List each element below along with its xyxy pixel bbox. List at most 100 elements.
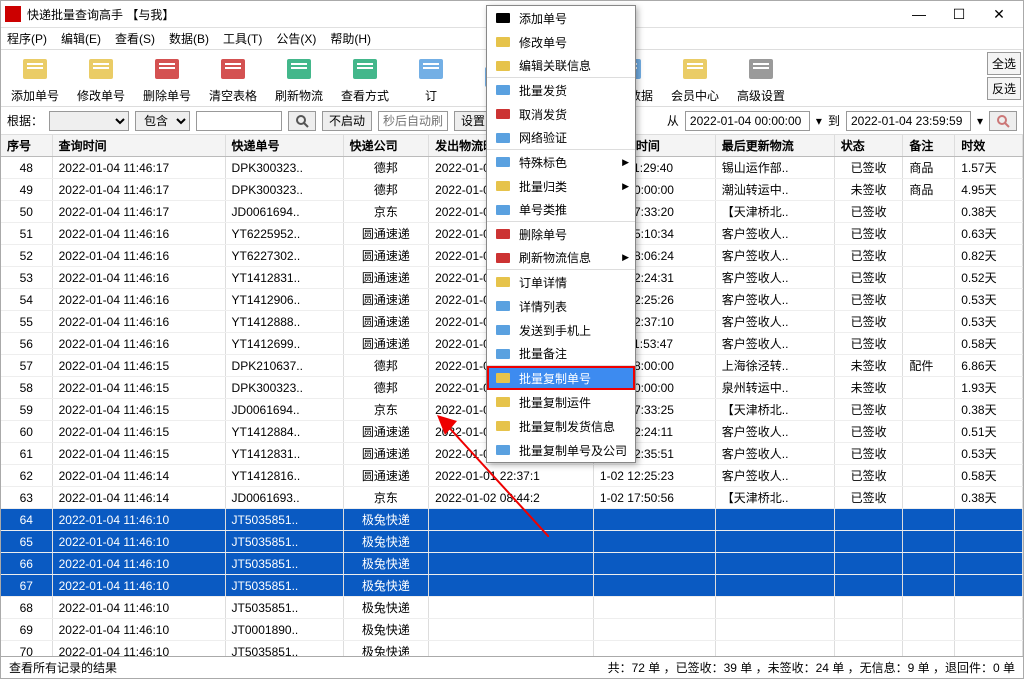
- toolbar-order[interactable]: 订: [403, 53, 459, 104]
- column-header[interactable]: 快递公司: [343, 135, 428, 157]
- context-menu-item[interactable]: 批量复制单号: [487, 366, 635, 390]
- context-menu-item[interactable]: 批量备注: [487, 342, 635, 366]
- toolbar-clear[interactable]: 清空表格: [205, 53, 261, 104]
- cell: 52: [1, 245, 52, 267]
- table-row[interactable]: 672022-01-04 11:46:10JT5035851..极兔快递: [1, 575, 1023, 597]
- context-menu-item[interactable]: 修改单号: [487, 30, 635, 54]
- cell: 1-02 12:25:23: [593, 465, 715, 487]
- cell: 58: [1, 377, 52, 399]
- context-menu-item[interactable]: 网络验证: [487, 126, 635, 150]
- context-menu-item[interactable]: 特殊标色: [487, 150, 635, 174]
- menu-item[interactable]: 查看(S): [115, 30, 155, 47]
- table-row[interactable]: 622022-01-04 11:46:14YT1412816..圆通速递2022…: [1, 465, 1023, 487]
- cell: [715, 509, 834, 531]
- table-row[interactable]: 682022-01-04 11:46:10JT5035851..极兔快递: [1, 597, 1023, 619]
- close-button[interactable]: ✕: [979, 2, 1019, 26]
- column-header[interactable]: 查询时间: [52, 135, 225, 157]
- cell: YT6225952..: [225, 223, 343, 245]
- menu-item-icon: [495, 418, 511, 434]
- cell: 64: [1, 509, 52, 531]
- cell: [903, 377, 955, 399]
- context-menu-item[interactable]: 单号类推: [487, 198, 635, 222]
- context-menu-item[interactable]: 刷新物流信息: [487, 246, 635, 270]
- calendar-icon[interactable]: ▾: [816, 114, 822, 128]
- toolbar-edit[interactable]: 修改单号: [73, 53, 129, 104]
- search-date-button[interactable]: [989, 111, 1017, 131]
- menu-item[interactable]: 工具(T): [223, 30, 262, 47]
- invert-select-button[interactable]: 反选: [987, 77, 1021, 100]
- context-menu-item[interactable]: 批量复制运件: [487, 390, 635, 414]
- context-menu-item[interactable]: 详情列表: [487, 294, 635, 318]
- cell: 商品: [903, 157, 955, 179]
- toolbar-member[interactable]: 会员中心: [667, 53, 723, 104]
- filter-value-input[interactable]: [196, 111, 282, 131]
- column-header[interactable]: 序号: [1, 135, 52, 157]
- cell: [715, 641, 834, 657]
- delete-icon: [151, 53, 183, 85]
- context-menu-item[interactable]: 批量发货: [487, 78, 635, 102]
- table-row[interactable]: 702022-01-04 11:46:10JT5035851..极兔快递: [1, 641, 1023, 657]
- auto-refresh-input[interactable]: [378, 111, 448, 131]
- context-menu-item[interactable]: 订单详情: [487, 270, 635, 294]
- toolbar-add[interactable]: 添加单号: [7, 53, 63, 104]
- cell: 0.58天: [955, 465, 1023, 487]
- menu-item-icon: [495, 442, 511, 458]
- no-start-button[interactable]: 不启动: [322, 111, 372, 131]
- context-menu-item[interactable]: 编辑关联信息: [487, 54, 635, 78]
- column-header[interactable]: 最后更新物流: [715, 135, 834, 157]
- column-header[interactable]: 快递单号: [225, 135, 343, 157]
- context-menu-item[interactable]: 删除单号: [487, 222, 635, 246]
- toolbar-delete[interactable]: 删除单号: [139, 53, 195, 104]
- cell: 60: [1, 421, 52, 443]
- cell: 极兔快递: [343, 641, 428, 657]
- cell: [903, 553, 955, 575]
- select-all-button[interactable]: 全选: [987, 52, 1021, 75]
- toolbar-refresh[interactable]: 刷新物流: [271, 53, 327, 104]
- search-button[interactable]: [288, 111, 316, 131]
- menu-item[interactable]: 帮助(H): [330, 30, 371, 47]
- minimize-button[interactable]: —: [899, 2, 939, 26]
- filter-op-select[interactable]: 包含: [135, 111, 190, 131]
- cell: 已签收: [834, 399, 903, 421]
- table-row[interactable]: 652022-01-04 11:46:10JT5035851..极兔快递: [1, 531, 1023, 553]
- date-from-input[interactable]: [685, 111, 810, 131]
- toolbar-view[interactable]: 查看方式: [337, 53, 393, 104]
- cell: [429, 619, 594, 641]
- cell: 2022-01-04 11:46:16: [52, 311, 225, 333]
- menu-item-icon: [495, 346, 511, 362]
- context-menu-item[interactable]: 批量复制发货信息: [487, 414, 635, 438]
- menu-item-label: 特殊标色: [519, 154, 567, 171]
- context-menu-item[interactable]: 发送到手机上: [487, 318, 635, 342]
- menu-item[interactable]: 数据(B): [169, 30, 209, 47]
- menu-item[interactable]: 编辑(E): [61, 30, 101, 47]
- cell: 已签收: [834, 289, 903, 311]
- cell: 57: [1, 355, 52, 377]
- cell: [903, 267, 955, 289]
- cell: [429, 597, 594, 619]
- context-menu-item[interactable]: 添加单号: [487, 6, 635, 30]
- context-menu-item[interactable]: 批量归类: [487, 174, 635, 198]
- context-menu-item[interactable]: 取消发货: [487, 102, 635, 126]
- column-header[interactable]: 时效: [955, 135, 1023, 157]
- context-menu-item[interactable]: 批量复制单号及公司: [487, 438, 635, 462]
- cell: [834, 575, 903, 597]
- column-header[interactable]: 状态: [834, 135, 903, 157]
- table-row[interactable]: 662022-01-04 11:46:10JT5035851..极兔快递: [1, 553, 1023, 575]
- maximize-button[interactable]: ☐: [939, 2, 979, 26]
- cell: [955, 619, 1023, 641]
- filter-field-select[interactable]: [49, 111, 129, 131]
- table-row[interactable]: 692022-01-04 11:46:10JT0001890..极兔快递: [1, 619, 1023, 641]
- date-to-input[interactable]: [846, 111, 971, 131]
- menu-item-label: 编辑关联信息: [519, 57, 591, 74]
- calendar-icon[interactable]: ▾: [977, 114, 983, 128]
- cell: JT5035851..: [225, 553, 343, 575]
- table-row[interactable]: 642022-01-04 11:46:10JT5035851..极兔快递: [1, 509, 1023, 531]
- menu-item[interactable]: 公告(X): [276, 30, 316, 47]
- cell: [903, 333, 955, 355]
- table-row[interactable]: 632022-01-04 11:46:14JD0061693..京东2022-0…: [1, 487, 1023, 509]
- context-menu: 添加单号修改单号编辑关联信息批量发货取消发货网络验证特殊标色批量归类单号类推删除…: [486, 5, 636, 463]
- column-header[interactable]: 备注: [903, 135, 955, 157]
- toolbar-settings[interactable]: 高级设置: [733, 53, 789, 104]
- menu-item[interactable]: 程序(P): [7, 30, 47, 47]
- menu-item-label: 修改单号: [519, 34, 567, 51]
